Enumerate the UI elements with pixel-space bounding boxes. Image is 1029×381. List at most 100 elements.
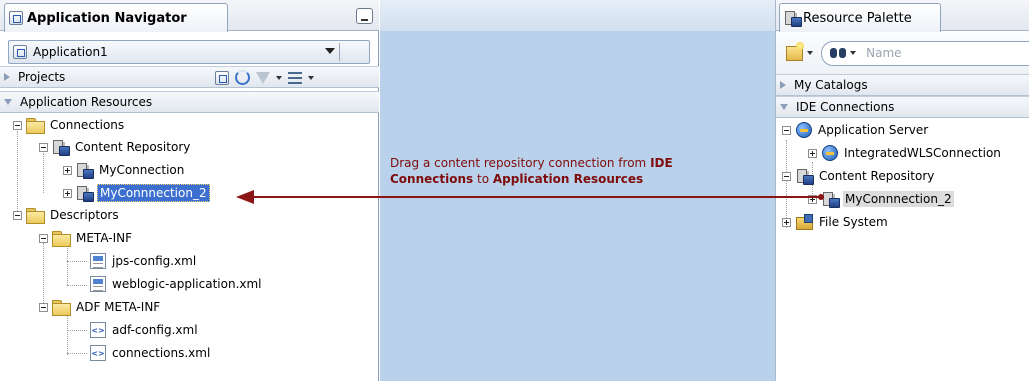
- minimize-button[interactable]: [356, 8, 373, 24]
- collapse-toggle[interactable]: [39, 303, 48, 312]
- xml-file-icon: <>: [90, 345, 106, 361]
- xml-config-icon: [90, 276, 106, 292]
- working-sets-dropdown-icon[interactable]: [308, 75, 314, 80]
- tree-node-jps-config[interactable]: jps-config.xml: [90, 251, 198, 271]
- editor-tabstrip: [380, 0, 775, 31]
- ide-connections-accordion[interactable]: IDE Connections: [776, 96, 1029, 118]
- tree-line: [67, 261, 87, 262]
- my-catalogs-accordion[interactable]: My Catalogs: [776, 74, 1029, 96]
- tree-line: [786, 140, 787, 228]
- palette-search-input[interactable]: Name: [821, 40, 1029, 66]
- expand-toggle[interactable]: [63, 189, 72, 198]
- search-options-dropdown-icon[interactable]: [850, 51, 857, 55]
- new-connection-dropdown-icon[interactable]: [807, 51, 814, 55]
- content-repository-icon: [796, 168, 814, 185]
- tree-node-integratedwlsconnection[interactable]: IntegratedWLSConnection: [822, 143, 1003, 163]
- new-connection-icon[interactable]: [786, 41, 805, 61]
- tree-node-weblogic-application[interactable]: weblogic-application.xml: [90, 274, 264, 294]
- tab-resource-palette[interactable]: Resource Palette: [779, 3, 941, 32]
- tree-node-myconnection[interactable]: MyConnection: [76, 160, 186, 180]
- folder-icon: [52, 300, 71, 316]
- tree-node-label: Content Repository: [75, 140, 191, 154]
- projects-label: Projects: [18, 70, 66, 84]
- tree-node-label-selected: MyConnnection_2: [97, 184, 210, 202]
- application-navigator-icon: [9, 11, 23, 25]
- tree-node-myconnnection-2[interactable]: MyConnnection_2: [822, 189, 954, 209]
- projects-accordion[interactable]: Projects: [0, 66, 379, 88]
- project-properties-icon[interactable]: [215, 70, 229, 85]
- working-sets-icon[interactable]: [288, 71, 302, 84]
- drag-instruction: Drag a content repository connection fro…: [390, 155, 720, 187]
- filter-dropdown-icon[interactable]: [276, 75, 282, 80]
- tree-node-label: META-INF: [76, 231, 133, 245]
- tree-node-content-repository[interactable]: Content Repository: [796, 166, 936, 186]
- expand-toggle[interactable]: [63, 166, 72, 175]
- collapse-toggle[interactable]: [39, 143, 48, 152]
- resource-palette-icon: [784, 10, 802, 27]
- tree-line: [17, 131, 18, 215]
- tree-node-label: connections.xml: [112, 346, 211, 360]
- editor-area: Drag a content repository connection fro…: [380, 0, 775, 381]
- expand-toggle[interactable]: [782, 218, 791, 227]
- folder-icon: [26, 208, 45, 224]
- tree-node-label: Connections: [50, 118, 125, 132]
- resource-palette-panel: Resource Palette Name My Catalogs IDE Co…: [775, 0, 1029, 381]
- server-connection-icon: [822, 145, 838, 161]
- instruction-app-resources: Application Resources: [492, 172, 644, 186]
- collapse-toggle[interactable]: [13, 121, 22, 130]
- tree-node-descriptors[interactable]: Descriptors: [26, 205, 121, 225]
- xml-config-icon: [90, 253, 106, 269]
- chevron-down-icon[interactable]: [325, 48, 335, 54]
- projects-toolbar: [215, 70, 314, 85]
- collapse-toggle[interactable]: [782, 172, 791, 181]
- my-catalogs-label: My Catalogs: [794, 78, 868, 92]
- tree-node-meta-inf[interactable]: META-INF: [52, 228, 134, 248]
- folder-icon: [26, 118, 45, 134]
- tree-line: [43, 243, 44, 311]
- file-system-icon: [796, 214, 813, 230]
- palette-toolbar: Name: [776, 32, 1029, 74]
- refresh-icon[interactable]: [235, 70, 250, 85]
- tree-node-label: weblogic-application.xml: [112, 277, 262, 291]
- ide-connections-label: IDE Connections: [796, 100, 895, 114]
- application-selector[interactable]: Application1: [8, 40, 456, 64]
- tree-line: [67, 353, 87, 354]
- tree-node-file-system[interactable]: File System: [796, 212, 890, 232]
- collapse-toggle[interactable]: [39, 234, 48, 243]
- connection-icon: [822, 191, 840, 208]
- tab-application-navigator[interactable]: Application Navigator: [4, 3, 228, 32]
- connection-icon: [76, 185, 94, 202]
- search-placeholder: Name: [866, 46, 902, 60]
- binoculars-icon[interactable]: [830, 47, 848, 59]
- instruction-middle: to: [473, 172, 493, 186]
- navigator-title: Application Navigator: [27, 10, 187, 26]
- content-repository-icon: [52, 139, 70, 156]
- tree-node-content-repository[interactable]: Content Repository: [52, 137, 192, 157]
- tree-node-label: IntegratedWLSConnection: [844, 146, 1001, 160]
- tree-node-label: Application Server: [818, 123, 929, 137]
- tree-node-adf-config[interactable]: <> adf-config.xml: [90, 320, 200, 340]
- tree-node-adf-meta-inf[interactable]: ADF META-INF: [52, 297, 162, 317]
- collapse-arrow-icon: [4, 99, 12, 105]
- collapse-toggle[interactable]: [782, 126, 791, 135]
- palette-title: Resource Palette: [803, 10, 912, 26]
- application-resources-accordion[interactable]: Application Resources: [0, 91, 379, 113]
- tree-node-connections-xml[interactable]: <> connections.xml: [90, 343, 212, 363]
- collapse-arrow-icon: [780, 104, 788, 110]
- tree-node-label: jps-config.xml: [112, 254, 197, 268]
- expand-arrow-icon: [4, 73, 10, 81]
- tree-node-label: adf-config.xml: [112, 323, 198, 337]
- application-resources-label: Application Resources: [20, 95, 153, 109]
- expand-toggle[interactable]: [808, 195, 817, 204]
- combo-divider: [339, 43, 340, 61]
- tree-node-connections[interactable]: Connections: [26, 115, 126, 135]
- tree-node-label: File System: [819, 215, 888, 229]
- tree-node-label: Descriptors: [50, 208, 119, 222]
- filter-icon[interactable]: [256, 71, 270, 84]
- tree-node-application-server[interactable]: Application Server: [796, 120, 930, 140]
- expand-toggle[interactable]: [808, 149, 817, 158]
- tree-node-myconnnection-2[interactable]: MyConnnection_2: [76, 183, 210, 203]
- collapse-toggle[interactable]: [13, 211, 22, 220]
- instruction-prefix: Drag a content repository connection fro…: [390, 156, 651, 170]
- xml-file-icon: <>: [90, 322, 106, 338]
